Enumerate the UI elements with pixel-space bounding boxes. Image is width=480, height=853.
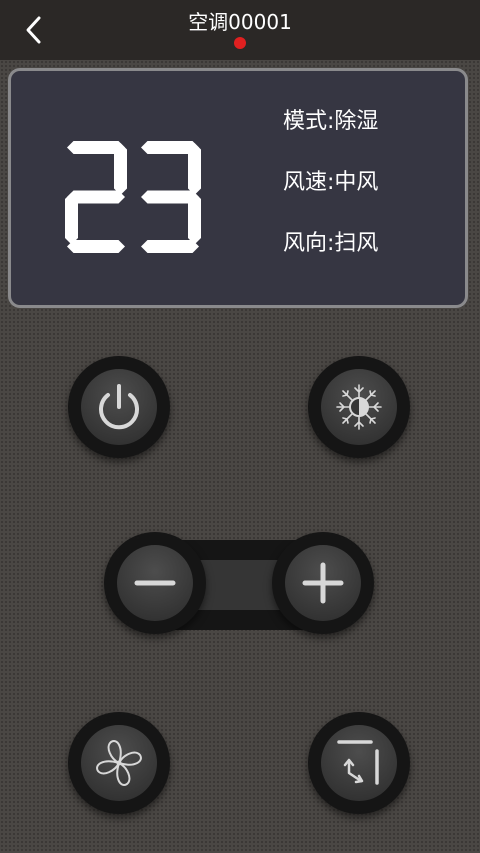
temperature-segment [114, 143, 127, 195]
mode-button[interactable] [308, 356, 410, 458]
mode-status: 模式:除湿 [283, 109, 379, 134]
swing-direction-button[interactable] [308, 712, 410, 814]
page-title: 空调00001 [188, 10, 292, 34]
temperature-up-button[interactable] [272, 532, 374, 634]
status-display: 模式:除湿 风速:中风 风向:扫风 [8, 68, 468, 308]
fan-speed-status: 风速:中风 [283, 170, 379, 195]
minus-icon [134, 580, 176, 586]
power-button[interactable] [68, 356, 170, 458]
temperature-segment [65, 192, 78, 245]
snowflake-sun-icon [336, 384, 382, 430]
temperature-display [65, 141, 201, 253]
fan-direction-status: 风向:扫风 [283, 231, 379, 256]
power-icon [99, 384, 139, 430]
fan-speed-button[interactable] [68, 712, 170, 814]
fan-icon [96, 740, 142, 786]
temperature-segment [67, 240, 125, 253]
title-bar: 空调00001 [0, 0, 480, 60]
swing-icon [337, 740, 379, 785]
temperature-segment [188, 143, 201, 195]
temperature-down-button[interactable] [104, 532, 206, 634]
connection-status-dot [234, 37, 246, 49]
temperature-segment [141, 240, 199, 253]
temperature-segment [188, 192, 201, 245]
plus-icon [302, 562, 344, 604]
